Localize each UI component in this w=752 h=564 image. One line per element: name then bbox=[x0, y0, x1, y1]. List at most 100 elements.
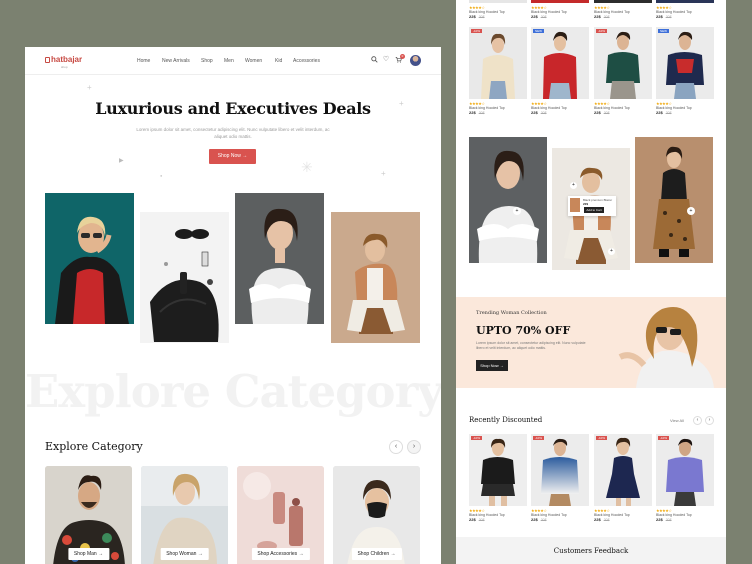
nav-kid[interactable]: Kid bbox=[275, 58, 282, 64]
triangle-icon: ▶ bbox=[119, 158, 124, 164]
brand-sub: shop bbox=[61, 65, 68, 69]
discount-tag: -10% bbox=[596, 29, 608, 33]
new-tag: NEW bbox=[658, 29, 669, 33]
lookbook-photo-woman-skirt: + bbox=[635, 137, 713, 263]
category-card-woman[interactable]: Shop Woman → bbox=[141, 466, 228, 564]
discount-tag: -10% bbox=[471, 29, 483, 33]
product-price: 22$ bbox=[594, 14, 601, 19]
view-all-link[interactable]: View All bbox=[670, 418, 684, 423]
promo-shop-now-button[interactable]: Shop Now → bbox=[476, 360, 508, 371]
discount-next-button[interactable]: › bbox=[705, 416, 714, 425]
heart-icon[interactable]: ♡ bbox=[382, 56, 390, 64]
product-old-price: 30$ bbox=[665, 15, 672, 19]
product-image-cutoff bbox=[656, 0, 714, 3]
avatar[interactable] bbox=[410, 55, 421, 66]
discount-product-image[interactable]: -10% bbox=[469, 434, 527, 506]
hotspot-product-card[interactable]: Black premium Blazer 22$ Add to Cart bbox=[568, 196, 616, 216]
hero-shop-now-button[interactable]: Shop Now → bbox=[209, 149, 256, 164]
product-meta: ★★★★☆ Black king Hooded Top 22$ 30$ bbox=[469, 5, 505, 19]
discount-tag: -10% bbox=[533, 436, 545, 440]
promo-kicker: Trending Woman Collection bbox=[476, 310, 547, 316]
shop-children-button[interactable]: Shop Children → bbox=[351, 548, 402, 560]
cart-count-badge: 0 bbox=[400, 54, 405, 59]
burst-icon: ✳ bbox=[301, 159, 313, 175]
chevron-right-icon: › bbox=[708, 417, 711, 423]
product-meta: ★★★★☆ Black king Hooded Top 22$ 30$ bbox=[469, 101, 505, 115]
arrow-right-icon: → bbox=[390, 551, 396, 557]
discount-prev-button[interactable]: ‹ bbox=[693, 416, 702, 425]
product-listing-panel: ★★★★☆ Black king Hooded Top 22$ 30$ ★★★★☆… bbox=[456, 0, 726, 564]
product-old-price: 30$ bbox=[665, 111, 672, 115]
nav-new-arrivals[interactable]: New Arrivals bbox=[162, 58, 190, 64]
landing-page-panel: hatbajar shop Home New Arrivals Shop Men… bbox=[25, 47, 441, 564]
product-meta: ★★★★☆ Black king Hooded Top 22$ 30$ bbox=[531, 5, 567, 19]
product-price: 22$ bbox=[531, 110, 538, 115]
arrow-right-icon: → bbox=[242, 153, 248, 159]
hotspot-plus-button[interactable]: + bbox=[608, 248, 615, 255]
nav-women[interactable]: Women bbox=[245, 58, 262, 64]
product-card-image[interactable]: -10% bbox=[469, 27, 527, 99]
product-price: 22$ bbox=[531, 517, 538, 522]
new-tag: NEW bbox=[533, 29, 544, 33]
hotspot-plus-button[interactable]: + bbox=[513, 207, 521, 215]
product-price: 22$ bbox=[469, 110, 476, 115]
category-prev-button[interactable]: ‹ bbox=[389, 440, 403, 454]
shopping-bag-icon bbox=[45, 57, 50, 63]
add-to-cart-button[interactable]: Add to Cart bbox=[584, 207, 604, 213]
shop-man-button[interactable]: Shop Man → bbox=[67, 548, 110, 560]
category-card-accessories[interactable]: Shop Accessories → bbox=[237, 466, 324, 564]
lookbook-photo-woman-white: + bbox=[469, 137, 547, 263]
product-card-image[interactable]: -10% bbox=[594, 27, 652, 99]
hotspot-thumb bbox=[570, 198, 580, 212]
search-icon[interactable] bbox=[370, 56, 378, 64]
nav-men[interactable]: Men bbox=[224, 58, 234, 64]
customer-feedback-title: Customers Feedback bbox=[553, 547, 629, 555]
product-old-price: 30$ bbox=[478, 111, 485, 115]
nav-shop[interactable]: Shop bbox=[201, 58, 213, 64]
product-old-price: 30$ bbox=[478, 518, 485, 522]
hotspot-plus-button[interactable]: + bbox=[687, 207, 695, 215]
product-meta: ★★★★☆ Black king Hooded Top 22$ 30$ bbox=[656, 5, 692, 19]
arrow-right-icon: → bbox=[197, 551, 203, 557]
product-old-price: 30$ bbox=[540, 111, 547, 115]
shop-accessories-button[interactable]: Shop Accessories → bbox=[251, 548, 310, 560]
promo-banner: Trending Woman Collection UPTO 70% OFF L… bbox=[456, 297, 726, 388]
explore-category-title: Explore Category bbox=[45, 440, 143, 453]
product-meta: ★★★★☆ Black king Hooded Top 22$ 30$ bbox=[594, 5, 630, 19]
product-old-price: 30$ bbox=[478, 15, 485, 19]
discount-product-image[interactable]: -10% bbox=[594, 434, 652, 506]
promo-title: UPTO 70% OFF bbox=[476, 324, 571, 337]
hero-photo-accessories bbox=[140, 212, 229, 343]
product-price: 22$ bbox=[594, 517, 601, 522]
category-next-button[interactable]: › bbox=[407, 440, 421, 454]
top-navigation: hatbajar shop Home New Arrivals Shop Men… bbox=[25, 47, 441, 75]
hero-title: Luxurious and Executives Deals bbox=[95, 99, 371, 118]
product-price: 22$ bbox=[469, 14, 476, 19]
hero-photo-woman-red bbox=[45, 193, 134, 324]
category-card-man[interactable]: Shop Man → bbox=[45, 466, 132, 564]
product-meta: ★★★★☆ Black king Hooded Top 22$ 30$ bbox=[531, 101, 567, 115]
product-price: 22$ bbox=[656, 14, 663, 19]
category-card-children[interactable]: Shop Children → bbox=[333, 466, 420, 564]
discount-product-image[interactable]: -10% bbox=[531, 434, 589, 506]
product-old-price: 30$ bbox=[603, 518, 610, 522]
product-meta: ★★★★☆ Black king Hooded Top 22$ 30$ bbox=[531, 508, 567, 522]
product-card-image[interactable]: NEW bbox=[531, 27, 589, 99]
nav-home[interactable]: Home bbox=[137, 58, 150, 64]
customer-feedback-section: Customers Feedback bbox=[456, 537, 726, 564]
brand-name: hatbajar bbox=[51, 55, 83, 64]
nav-accessories[interactable]: Accessories bbox=[293, 58, 320, 64]
discount-tag: -10% bbox=[471, 436, 483, 440]
shop-woman-button[interactable]: Shop Woman → bbox=[160, 548, 209, 560]
product-price: 22$ bbox=[594, 110, 601, 115]
brand-logo[interactable]: hatbajar shop bbox=[45, 55, 83, 69]
discount-product-image[interactable]: -10% bbox=[656, 434, 714, 506]
product-price: 22$ bbox=[531, 14, 538, 19]
arrow-right-icon: → bbox=[298, 551, 304, 557]
sparkle-icon: + bbox=[87, 83, 92, 92]
product-card-image[interactable]: NEW bbox=[656, 27, 714, 99]
hero-subtitle: Lorem ipsum dolor sit amet, consectetur … bbox=[136, 127, 330, 139]
sparkle-icon: + bbox=[381, 169, 386, 178]
hotspot-plus-button[interactable]: + bbox=[570, 182, 577, 189]
promo-model-image bbox=[618, 307, 714, 388]
